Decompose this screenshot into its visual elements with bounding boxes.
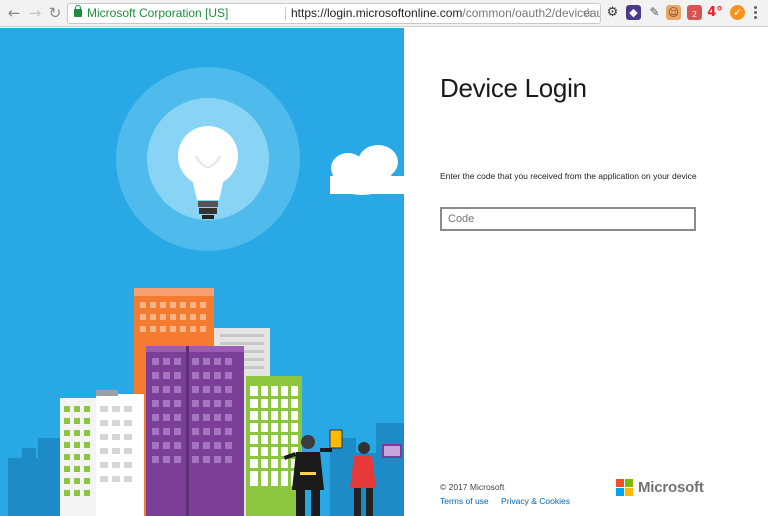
footer-links: Terms of use Privacy & Cookies — [440, 496, 580, 506]
arrow-left-icon: ← — [7, 4, 21, 22]
hero-illustration — [0, 28, 404, 516]
eyedropper-icon[interactable]: ✎ — [647, 5, 662, 20]
page-title: Device Login — [440, 73, 587, 103]
login-panel: Device Login Enter the code that you rec… — [404, 28, 768, 516]
copyright-text: © 2017 Microsoft — [440, 482, 505, 492]
instruction-text: Enter the code that you received from th… — [440, 171, 697, 181]
orange-extension-icon[interactable]: ✓ — [730, 5, 745, 20]
secure-origin-label: Microsoft Corporation [US] — [87, 6, 229, 20]
weather-badge: 4° — [707, 5, 723, 20]
bookmark-star-icon[interactable]: ☆ — [582, 4, 594, 23]
cloud-icon — [330, 145, 404, 195]
calendar-badge: 2 — [691, 10, 698, 19]
url-text: https://login.microsoftonline.com/common… — [291, 4, 601, 23]
calendar-icon[interactable]: 2 — [687, 5, 702, 20]
code-input[interactable] — [440, 207, 696, 231]
microsoft-logo: Microsoft — [616, 478, 704, 496]
terms-of-use-link[interactable]: Terms of use — [440, 496, 489, 506]
lock-icon — [74, 5, 82, 17]
browser-menu-icon[interactable] — [754, 6, 758, 20]
extension-shield-icon[interactable]: ◆ — [626, 5, 641, 20]
reload-icon: ↻ — [48, 4, 62, 22]
weather-extension-icon[interactable]: 4° — [706, 5, 724, 20]
settings-gear-icon[interactable]: ⚙ — [605, 5, 620, 20]
face-extension-icon[interactable]: ☺ — [666, 5, 681, 20]
address-bar[interactable]: Microsoft Corporation [US] https://login… — [67, 3, 601, 24]
browser-toolbar: ← → ↻ Microsoft Corporation [US] https:/… — [0, 0, 768, 27]
url-host: https://login.microsoftonline.com — [291, 6, 463, 20]
back-button[interactable]: ← — [6, 5, 22, 21]
forward-button[interactable]: → — [27, 5, 43, 21]
microsoft-grid-icon — [616, 478, 633, 496]
url-path: /common/oauth2/deviceauth — [462, 6, 601, 20]
address-separator — [285, 7, 286, 20]
reload-button[interactable]: ↻ — [47, 5, 63, 21]
microsoft-wordmark: Microsoft — [638, 478, 704, 496]
privacy-cookies-link[interactable]: Privacy & Cookies — [501, 496, 570, 506]
arrow-right-icon: → — [28, 4, 42, 22]
city-lightbulb-illustration — [8, 67, 404, 516]
